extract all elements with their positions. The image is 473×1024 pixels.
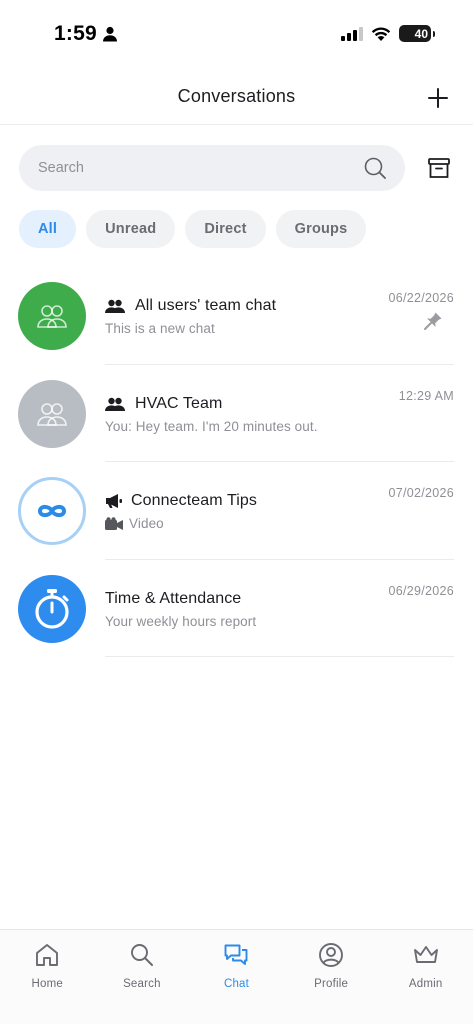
conversation-item[interactable]: All users' team chat This is a new chat … xyxy=(0,267,473,365)
avatar xyxy=(18,477,86,545)
conversation-date: 12:29 AM xyxy=(398,388,454,403)
conversation-date: 07/02/2026 xyxy=(388,486,454,500)
avatar xyxy=(18,379,86,448)
megaphone-icon xyxy=(106,494,122,508)
nav-search-label: Search xyxy=(123,978,161,990)
bottom-nav: Home Search Chat Profile Admin xyxy=(0,929,473,1024)
header: Conversations xyxy=(0,70,473,125)
conversation-preview: You: Hey team. I'm 20 minutes out. xyxy=(105,419,318,434)
avatar xyxy=(18,282,86,350)
conversation-list: All users' team chat This is a new chat … xyxy=(0,267,473,657)
nav-home-label: Home xyxy=(31,978,64,990)
nav-search[interactable]: Search xyxy=(95,930,190,1024)
preview-text: Video xyxy=(129,516,164,531)
page-title: Conversations xyxy=(177,86,296,106)
preview-text: You: Hey team. I'm 20 minutes out. xyxy=(105,418,318,434)
conversation-name: All users' team chat xyxy=(135,297,277,314)
battery-icon: 40 xyxy=(399,25,431,42)
filter-all[interactable]: All xyxy=(19,210,77,248)
conversation-item[interactable]: Time & Attendance Your weekly hours repo… xyxy=(0,560,473,657)
filter-direct[interactable]: Direct xyxy=(185,210,266,248)
status-bar: 1:59 40 xyxy=(0,0,473,70)
nav-chat-label: Chat xyxy=(223,978,250,990)
avatar xyxy=(18,574,86,643)
pin-icon xyxy=(424,312,442,330)
nav-admin-label: Admin xyxy=(408,978,443,990)
status-time: 1:59 xyxy=(54,22,97,45)
conversation-preview: This is a new chat xyxy=(105,321,215,336)
group-icon xyxy=(105,299,125,313)
filter-groups[interactable]: Groups xyxy=(275,210,367,248)
preview-text: Your weekly hours report xyxy=(105,613,257,629)
profile-icon xyxy=(319,943,344,967)
battery-cap xyxy=(433,30,435,37)
battery-level: 40 xyxy=(414,26,428,41)
filter-chips: All Unread Direct Groups xyxy=(19,210,367,248)
search-row xyxy=(19,145,459,191)
conversation-preview: Your weekly hours report xyxy=(105,614,256,629)
video-camera-icon xyxy=(105,516,123,530)
archive-button[interactable] xyxy=(427,156,451,180)
divider xyxy=(105,656,454,657)
conversation-preview: Video xyxy=(105,516,164,531)
conversation-name: Time & Attendance xyxy=(105,589,242,607)
search-box[interactable] xyxy=(19,145,405,191)
team-avatar-icon xyxy=(37,402,67,426)
nav-admin[interactable]: Admin xyxy=(378,930,473,1024)
cellular-signal-icon xyxy=(341,26,363,41)
conversation-item[interactable]: Connecteam Tips Video 07/02/2026 xyxy=(0,462,473,560)
conversation-date: 06/29/2026 xyxy=(388,583,454,598)
conversation-name: HVAC Team xyxy=(135,394,223,412)
search-icon xyxy=(130,944,153,966)
nav-home[interactable]: Home xyxy=(0,930,95,1024)
crown-icon xyxy=(413,946,438,963)
conversation-name: Connecteam Tips xyxy=(131,492,258,509)
preview-text: This is a new chat xyxy=(105,321,215,336)
conversation-date: 06/22/2026 xyxy=(388,291,454,305)
chat-icon xyxy=(225,944,248,965)
home-icon xyxy=(36,944,59,966)
search-icon[interactable] xyxy=(363,156,387,180)
nav-profile-label: Profile xyxy=(314,978,349,990)
person-icon xyxy=(103,26,117,42)
new-chat-button[interactable] xyxy=(427,87,449,109)
conversation-item[interactable]: HVAC Team You: Hey team. I'm 20 minutes … xyxy=(0,365,473,462)
connecteam-logo-icon xyxy=(38,504,66,518)
nav-profile[interactable]: Profile xyxy=(284,930,379,1024)
nav-chat[interactable]: Chat xyxy=(189,930,284,1024)
filter-unread[interactable]: Unread xyxy=(86,210,176,248)
team-avatar-icon xyxy=(37,305,67,328)
wifi-icon xyxy=(371,27,391,41)
stopwatch-icon xyxy=(35,588,69,629)
search-input[interactable] xyxy=(38,145,358,191)
group-icon xyxy=(105,397,125,411)
